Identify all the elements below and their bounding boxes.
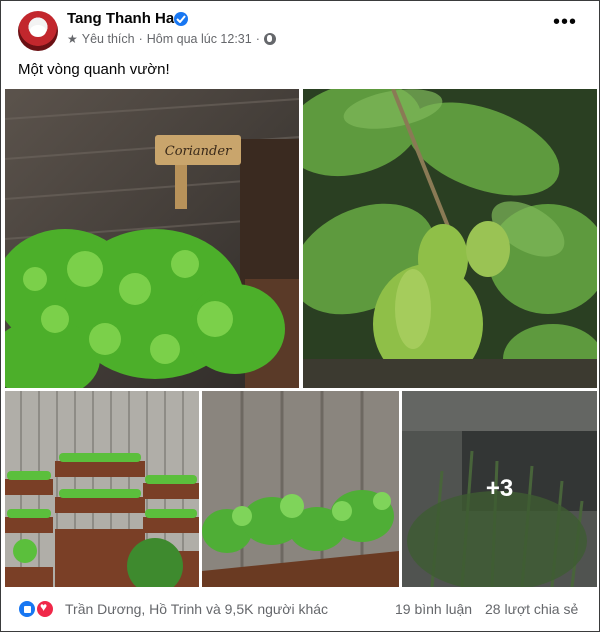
verified-badge-icon bbox=[174, 12, 188, 26]
globe-icon bbox=[263, 33, 276, 45]
comments-count[interactable]: 19 bình luận bbox=[395, 601, 472, 617]
love-icon bbox=[35, 599, 55, 619]
more-photos-overlay[interactable]: +3 bbox=[402, 391, 597, 587]
author-avatar[interactable] bbox=[18, 11, 58, 51]
post-caption: Một vòng quanh vườn! bbox=[18, 61, 170, 78]
shares-count[interactable]: 28 lượt chia sẻ bbox=[485, 601, 578, 617]
more-options-icon[interactable]: ••• bbox=[553, 12, 577, 32]
reactions-summary[interactable]: Trần Dương, Hồ Trinh và 9,5K người khác bbox=[65, 601, 328, 617]
favorite-label[interactable]: Yêu thích bbox=[82, 32, 135, 46]
coriander-sign-text: Coriander bbox=[165, 144, 232, 159]
photo-coriander[interactable]: Coriander bbox=[5, 89, 299, 388]
photo-rosemary[interactable]: +3 bbox=[402, 391, 597, 587]
photo-spinach-box[interactable] bbox=[202, 391, 399, 587]
author-name[interactable]: Tang Thanh Ha bbox=[67, 10, 174, 27]
photo-guava[interactable] bbox=[303, 89, 597, 388]
like-icon bbox=[17, 599, 37, 619]
meta-separator: · bbox=[255, 32, 260, 46]
post-time[interactable]: Hôm qua lúc 12:31 bbox=[147, 32, 252, 46]
photo-vertical-planter[interactable] bbox=[5, 391, 199, 587]
reaction-icons[interactable] bbox=[17, 599, 61, 619]
facebook-post: Tang Thanh Ha ★ Yêu thích · Hôm qua lúc … bbox=[0, 0, 600, 632]
star-icon: ★ bbox=[67, 32, 78, 46]
post-meta: ★ Yêu thích · Hôm qua lúc 12:31 · bbox=[67, 32, 276, 46]
meta-separator: · bbox=[138, 32, 143, 46]
